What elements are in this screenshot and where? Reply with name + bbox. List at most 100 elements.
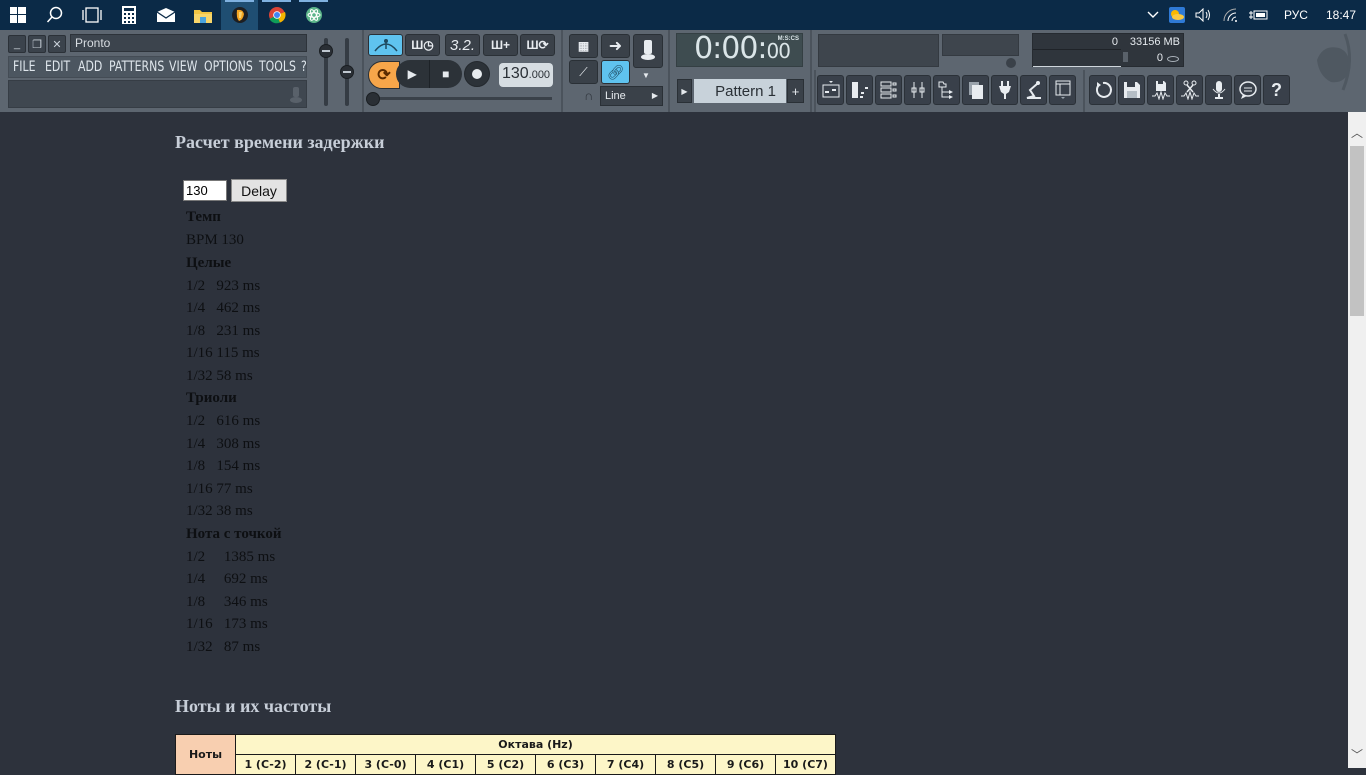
speech-bubble-icon bbox=[1238, 81, 1257, 99]
step-record-button[interactable]: ⟋ bbox=[569, 60, 598, 84]
scrollbar-thumb[interactable] bbox=[1350, 146, 1364, 316]
show-hidden-icons-button[interactable] bbox=[1142, 11, 1164, 19]
divider bbox=[362, 30, 364, 112]
snap-dropdown[interactable]: Line ▶ bbox=[600, 86, 663, 106]
volume-tray-icon[interactable] bbox=[1190, 8, 1218, 22]
delay-row: 1/2 616 ms bbox=[186, 413, 261, 429]
project-title: Pronto bbox=[70, 34, 307, 52]
menu-options[interactable]: OPTIONS bbox=[204, 59, 253, 75]
calculator-icon bbox=[121, 6, 136, 24]
menu-patterns[interactable]: PATTERNS bbox=[109, 59, 164, 75]
mixer-button[interactable] bbox=[904, 75, 931, 105]
fl-studio-taskbar-button[interactable] bbox=[221, 0, 258, 30]
browser-button[interactable] bbox=[933, 75, 960, 105]
delay-button[interactable]: Delay bbox=[231, 179, 287, 202]
clock[interactable]: 18:47 bbox=[1318, 8, 1366, 22]
octave-column-header: 6 (C3) bbox=[535, 754, 596, 775]
undo-button[interactable] bbox=[1089, 75, 1116, 105]
task-view-button[interactable] bbox=[73, 0, 110, 30]
divider bbox=[561, 30, 563, 112]
loop-icon: ⟳ bbox=[377, 67, 391, 84]
playlist-button[interactable] bbox=[817, 75, 844, 105]
multilink-controllers-button[interactable] bbox=[633, 34, 663, 68]
song-position-handle[interactable] bbox=[366, 92, 380, 106]
link-button[interactable]: 🔗︎ bbox=[601, 60, 630, 84]
start-button[interactable] bbox=[0, 0, 36, 30]
minimize-button[interactable]: _ bbox=[8, 35, 26, 53]
notes-frequencies-heading: Ноты и их частоты bbox=[175, 696, 332, 716]
delay-row: 1/2 1385 ms bbox=[186, 548, 276, 565]
metronome-button[interactable] bbox=[368, 34, 403, 56]
file-explorer-button[interactable] bbox=[184, 0, 221, 30]
octave-column-header: 10 (C7) bbox=[775, 754, 836, 775]
loop-record-button[interactable]: Ш⟳ bbox=[520, 34, 555, 56]
tempo-display[interactable]: 130.000 bbox=[499, 63, 553, 87]
channel-rack-button[interactable] bbox=[875, 75, 902, 105]
atom-app-taskbar-button[interactable] bbox=[295, 0, 332, 30]
undo-circular-icon bbox=[1095, 81, 1112, 98]
octave-column-header: 5 (C2) bbox=[475, 754, 536, 775]
delay-row: 1/16 173 ms bbox=[186, 616, 268, 632]
chevron-up-icon: ︿ bbox=[1350, 125, 1363, 140]
menu-tools[interactable]: TOOLS bbox=[259, 59, 296, 75]
time-display[interactable]: M:S:CS 0:00:00 bbox=[676, 31, 803, 67]
add-pattern-button[interactable]: + bbox=[787, 79, 804, 103]
play-icon: ▶ bbox=[407, 67, 417, 81]
close-button[interactable]: ✕ bbox=[48, 35, 66, 53]
menu-help[interactable]: ? bbox=[301, 59, 307, 75]
help-button[interactable]: ? bbox=[1263, 75, 1290, 105]
stop-button[interactable]: ■ bbox=[428, 60, 463, 88]
play-small-icon: ▶ bbox=[681, 86, 688, 96]
step-edit-button[interactable]: Ш+ bbox=[483, 34, 518, 56]
restore-button[interactable]: ❐ bbox=[28, 35, 46, 53]
save-button[interactable] bbox=[1118, 75, 1145, 105]
render-to-audio-button[interactable] bbox=[1147, 75, 1174, 105]
song-position-track[interactable] bbox=[372, 97, 552, 100]
mail-button[interactable] bbox=[147, 0, 184, 30]
master-pitch-handle[interactable] bbox=[340, 65, 354, 79]
chrome-taskbar-button[interactable] bbox=[258, 0, 295, 30]
play-button[interactable]: ▶ bbox=[396, 60, 429, 88]
master-volume-handle[interactable] bbox=[319, 44, 333, 58]
menu-file[interactable]: FILE bbox=[13, 59, 35, 75]
recording-button[interactable] bbox=[1205, 75, 1232, 105]
pattern-prev-button[interactable]: ▶ bbox=[677, 79, 692, 103]
notes-header: Ноты bbox=[175, 734, 236, 775]
bpm-input[interactable] bbox=[183, 180, 227, 201]
network-tray-icon[interactable] bbox=[1218, 8, 1244, 22]
scissors-wave-icon bbox=[1180, 80, 1199, 100]
scroll-up-button[interactable]: ︿ bbox=[1348, 124, 1366, 140]
touch-controller-button[interactable] bbox=[1020, 75, 1047, 105]
dropdown-arrow-icon[interactable]: ▼ bbox=[642, 71, 650, 80]
knob-icon bbox=[641, 40, 655, 60]
search-button[interactable] bbox=[36, 0, 73, 30]
plugin-database-button[interactable] bbox=[991, 75, 1018, 105]
menu-add[interactable]: ADD bbox=[78, 59, 102, 75]
project-picker-button[interactable] bbox=[962, 75, 989, 105]
menu-view[interactable]: VIEW bbox=[169, 59, 197, 75]
window-layout-button[interactable] bbox=[1049, 75, 1076, 105]
news-button[interactable] bbox=[1234, 75, 1261, 105]
input-language[interactable]: РУС bbox=[1274, 8, 1318, 22]
scroll-down-button[interactable]: ﹀ bbox=[1348, 746, 1366, 762]
typing-keyboard-button[interactable]: ▦ bbox=[569, 34, 598, 58]
refresh-icon[interactable] bbox=[1006, 58, 1016, 68]
menu-edit[interactable]: EDIT bbox=[45, 59, 70, 75]
battery-tray-icon[interactable] bbox=[1244, 9, 1274, 21]
calculator-button[interactable] bbox=[110, 0, 147, 30]
countdown-button[interactable]: 3.2. bbox=[445, 34, 480, 56]
audio-editor-button[interactable] bbox=[1176, 75, 1203, 105]
piano-roll-button[interactable] bbox=[846, 75, 873, 105]
delay-row: 1/8 346 ms bbox=[186, 593, 268, 610]
octave-column-header: 8 (C5) bbox=[655, 754, 716, 775]
wait-for-input-button[interactable]: Ш◷ bbox=[405, 34, 440, 56]
weather-tray-icon[interactable] bbox=[1164, 7, 1190, 23]
octave-column-header: 4 (C1) bbox=[415, 754, 476, 775]
record-button[interactable] bbox=[464, 61, 490, 87]
chevron-right-icon: ▶ bbox=[651, 91, 658, 100]
octave-column-header: 9 (C6) bbox=[715, 754, 776, 775]
pattern-selector[interactable]: Pattern 1 bbox=[694, 79, 786, 103]
step-advance-button[interactable]: ➜ bbox=[601, 34, 630, 58]
record-icon bbox=[472, 69, 482, 79]
vertical-scrollbar[interactable]: ︿ ﹀ bbox=[1348, 112, 1366, 768]
